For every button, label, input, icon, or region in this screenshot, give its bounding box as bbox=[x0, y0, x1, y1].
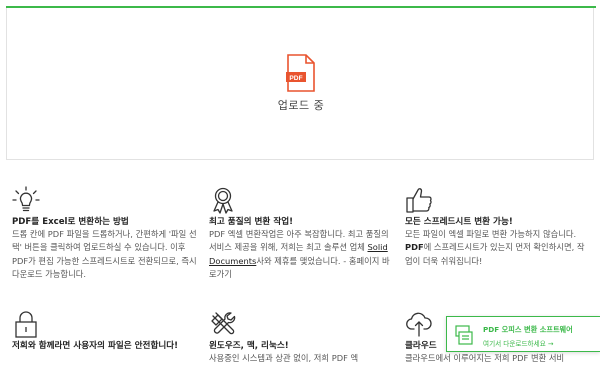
thumbs-up-icon bbox=[406, 188, 432, 213]
feature-body: 모든 파일이 엑셀 파일로 변환 가능하지 않습니다. PDF에 스프레드시트가… bbox=[405, 229, 585, 266]
upload-status: 업로드 중 bbox=[277, 99, 325, 112]
award-ribbon-icon bbox=[213, 187, 233, 214]
feature-body: PDF 엑셀 변환작업은 아주 복잡합니다. 최고 품질의 서비스 제공을 위해… bbox=[209, 229, 390, 279]
feature-body: 클라우드에서 이루어지는 저희 PDF 변환 서비 bbox=[405, 353, 565, 363]
promo-popup[interactable]: PDF 오피스 변환 소프트웨어 여기서 다운로드하세요 → bbox=[446, 316, 600, 352]
feature-title: 저희와 함께라면 사용자의 파일은 안전합니다! bbox=[12, 341, 179, 351]
promo-title: PDF 오피스 변환 소프트웨어 bbox=[483, 325, 573, 334]
feature-title: PDF를 Excel로 변환하는 방법 bbox=[12, 217, 129, 227]
feature-quality: 최고 품질의 변환 작업! PDF 엑셀 변환작업은 아주 복잡합니다. 최고 … bbox=[209, 186, 395, 281]
feature-title: 모든 스프레드시트 변환 가능! bbox=[405, 217, 513, 227]
feature-spreadsheets: 모든 스프레드시트 변환 가능! 모든 파일이 엑셀 파일로 변환 가능하지 않… bbox=[405, 186, 591, 268]
feature-body: 사용중인 시스템과 상관 없이, 저희 PDF 엑 bbox=[209, 353, 359, 363]
feature-title: 최고 품질의 변환 작업! bbox=[209, 217, 294, 227]
tools-icon bbox=[211, 312, 236, 335]
promo-download-link[interactable]: 여기서 다운로드하세요 → bbox=[483, 338, 553, 348]
cloud-upload-icon bbox=[406, 312, 432, 337]
pdf-file-icon: PDF bbox=[286, 54, 315, 92]
feature-security: 저희와 함께라면 사용자의 파일은 안전합니다! bbox=[12, 310, 198, 352]
lightbulb-icon bbox=[12, 186, 40, 212]
feature-body: 드롭 칸에 PDF 파일을 드롭하거나, 간편하게 '파일 선택' 버튼을 클릭… bbox=[12, 229, 197, 279]
pdf-badge-text: PDF bbox=[289, 75, 302, 82]
feature-title: 윈도우즈, 맥, 리눅스! bbox=[209, 341, 289, 351]
lock-icon bbox=[15, 311, 37, 338]
feature-platforms: 윈도우즈, 맥, 리눅스! 사용중인 시스템과 상관 없이, 저희 PDF 엑 bbox=[209, 310, 395, 365]
feature-how-to: PDF를 Excel로 변환하는 방법 드롭 칸에 PDF 파일을 드롭하거나,… bbox=[12, 186, 198, 281]
desktop-software-icon bbox=[455, 325, 473, 345]
